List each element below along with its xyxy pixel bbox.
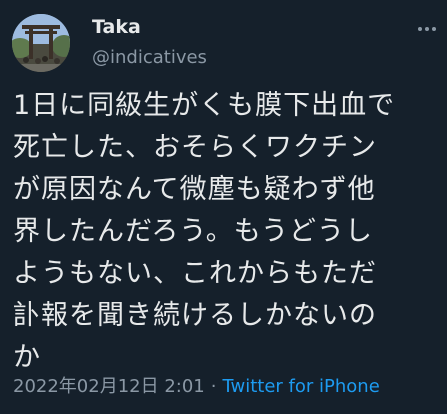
source-link[interactable]: Twitter for iPhone (223, 376, 380, 397)
tweet-text: 1日に同級生がくも膜下出血で 死亡した、おそらくワクチン が原因なんて微塵も疑わ… (13, 85, 438, 379)
tweet-text-line: 死亡した、おそらくワクチン (13, 132, 377, 163)
tweet-text-line: ようもない、これからもただ (13, 258, 377, 289)
tweet-text-line: 訃報を聞き続けるしかないの (13, 300, 377, 331)
more-dots-icon (425, 27, 429, 31)
timestamp[interactable]: 2022年02月12日 2:01 (13, 376, 205, 397)
tweet-text-line: 界したんだろう。もうどうし (13, 216, 373, 247)
more-dots-icon (432, 27, 436, 31)
tweet-card: Taka @indicatives 1日に同級生がくも膜下出血で 死亡した、おそ… (0, 0, 447, 414)
torii-gate-icon (12, 14, 70, 72)
author-handle[interactable]: @indicatives (92, 47, 207, 69)
author-name[interactable]: Taka (92, 16, 141, 38)
tweet-text-line: 1日に同級生がくも膜下出血で (13, 90, 396, 121)
tweet-text-line: が原因なんて微塵も疑わず他 (13, 174, 376, 205)
tweet-text-line: か (13, 342, 41, 373)
meta-separator: · (210, 376, 217, 397)
more-dots-icon (418, 27, 422, 31)
more-button[interactable] (415, 20, 439, 38)
avatar[interactable] (12, 14, 70, 72)
tweet-meta: 2022年02月12日 2:01 · Twitter for iPhone (13, 376, 380, 398)
